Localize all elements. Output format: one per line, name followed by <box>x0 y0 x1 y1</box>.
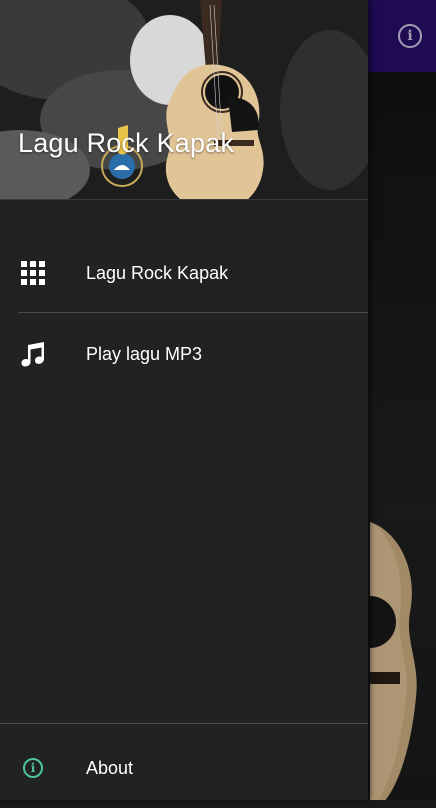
menu-divider <box>18 312 368 313</box>
info-icon: i <box>23 758 43 778</box>
drawer-item-label: Play lagu MP3 <box>86 343 203 364</box>
drawer-item-play-lagu-mp3[interactable]: Play lagu MP3 <box>0 314 368 394</box>
drawer-item-label: About <box>86 757 134 778</box>
drawer-item-lagu-rock-kapak[interactable]: Lagu Rock Kapak <box>0 233 368 313</box>
header-title: Lagu Rock Kapak <box>18 128 235 158</box>
drawer-item-label: Lagu Rock Kapak <box>86 262 229 283</box>
grid-icon <box>20 260 46 286</box>
drawer-header: Lagu Rock Kapak <box>0 0 368 200</box>
header-divider <box>0 199 368 200</box>
navigation-drawer: Lagu Rock Kapak Lagu Rock Kapak Play lag… <box>0 0 368 800</box>
drawer-scrim[interactable] <box>368 0 436 800</box>
music-note-icon <box>20 341 46 367</box>
drawer-item-about[interactable]: i About <box>0 728 368 808</box>
footer-divider <box>0 723 368 724</box>
header-background-image <box>0 0 368 200</box>
